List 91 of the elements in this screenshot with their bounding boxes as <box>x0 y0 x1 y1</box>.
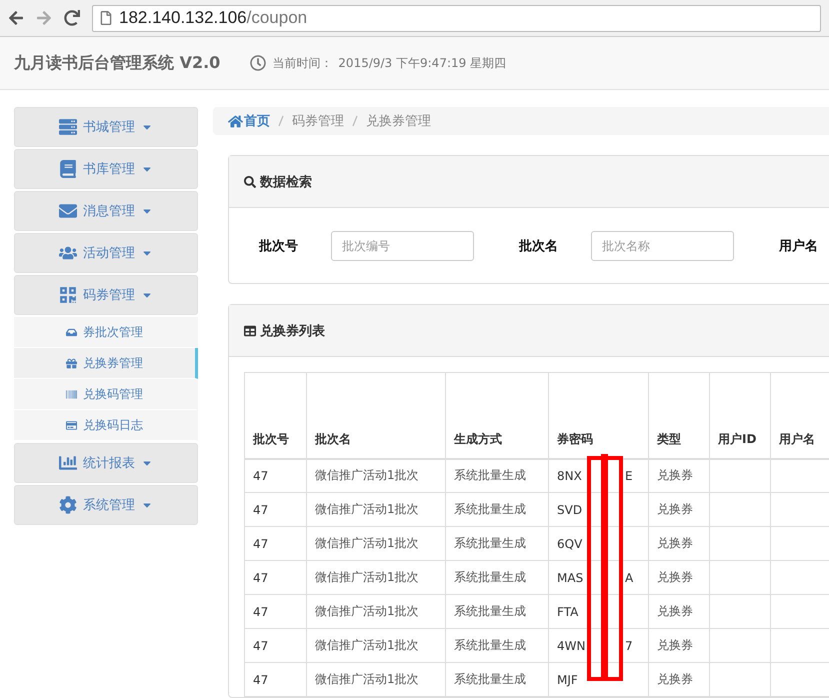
table-cell: 系统批量生成 <box>446 628 548 662</box>
code-fragment: SVD <box>557 502 582 516</box>
sidebar-menu-item[interactable]: 系统管理 <box>14 485 198 525</box>
submenu-item[interactable]: 兑换码管理 <box>14 379 198 410</box>
column-header: 用户名 <box>770 372 829 458</box>
submenu-item[interactable]: 券批次管理 <box>14 317 198 348</box>
table-cell: 兑换券 <box>648 594 710 628</box>
sidebar-menu-item[interactable]: 码券管理 <box>14 275 198 315</box>
book-icon <box>59 160 77 178</box>
code-fragment: A <box>625 570 634 584</box>
table-cell: 47 <box>244 560 306 594</box>
table-cell: 微信推广活动1批次 <box>306 526 446 560</box>
settings-icon <box>59 496 77 514</box>
sidebar-menu-item[interactable]: 统计报表 <box>14 443 198 483</box>
column-header: 用户ID <box>710 372 770 458</box>
table-cell: 47 <box>244 458 306 492</box>
table-cell: 系统批量生成 <box>446 458 548 492</box>
breadcrumb-item: 兑换券管理 <box>366 113 431 130</box>
submenu-item[interactable]: 兑换券管理 <box>14 348 198 379</box>
code-fragment: FTA <box>557 604 578 618</box>
table-cell: 47 <box>244 594 306 628</box>
table-cell: 兑换券 <box>648 492 710 526</box>
input-field[interactable]: 批次编号 <box>331 230 474 260</box>
reload-icon[interactable] <box>64 10 80 26</box>
home-icon <box>228 114 243 128</box>
table-cell: 兑换券 <box>648 662 710 696</box>
field-label: 用户名 <box>779 238 819 254</box>
address-bar[interactable]: 182.140.132.106/coupon <box>92 4 821 32</box>
envelope-icon <box>59 202 77 220</box>
barcode-icon <box>66 388 77 400</box>
code-fragment: 7 <box>625 638 633 652</box>
table-cell: 微信推广活动1批次 <box>306 594 446 628</box>
server-icon <box>59 118 77 136</box>
users-icon <box>59 244 77 262</box>
page-icon <box>99 11 113 25</box>
input-field[interactable]: 批次名称 <box>591 230 734 260</box>
search-icon <box>244 176 256 188</box>
column-header: 类型 <box>648 372 710 458</box>
inbox-icon <box>66 326 77 338</box>
code-fragment: MJF <box>557 672 578 686</box>
clock-label: 当前时间： <box>272 54 332 72</box>
table-cell: 微信推广活动1批次 <box>306 458 446 492</box>
column-header: 生成方式 <box>446 372 548 458</box>
table-cell: 兑换券 <box>648 628 710 662</box>
table-cell: 兑换券 <box>648 560 710 594</box>
table-icon <box>244 324 256 336</box>
home-link[interactable]: 首页 <box>228 112 270 130</box>
url-path: /coupon <box>246 8 308 28</box>
table-cell: 47 <box>244 526 306 560</box>
table-cell: 兑换券 <box>648 458 710 492</box>
panel-title: 数据检索 <box>260 174 312 190</box>
code-fragment: E <box>625 468 633 483</box>
clock-value: 2015/9/3 下午9:47:19 星期四 <box>338 54 506 72</box>
submenu-item[interactable]: 兑换码日志 <box>14 410 198 441</box>
code-fragment: MAS <box>557 570 584 584</box>
separator-icon <box>278 115 284 127</box>
table-cell: 系统批量生成 <box>446 560 548 594</box>
table-cell: 系统批量生成 <box>446 492 548 526</box>
table-cell: 47 <box>244 662 306 696</box>
table-cell: 微信推广活动1批次 <box>306 492 446 526</box>
table-cell: 兑换券 <box>648 526 710 560</box>
field-label: 批次号 <box>259 238 299 254</box>
code-fragment: 4WN <box>557 638 586 652</box>
table-cell: 系统批量生成 <box>446 594 548 628</box>
table-cell: 微信推广活动1批次 <box>306 560 446 594</box>
table-cell: 微信推广活动1批次 <box>306 628 446 662</box>
code-fragment: 8NX <box>557 468 582 483</box>
table-cell: 系统批量生成 <box>446 662 548 696</box>
url-host: 182.140.132.106 <box>119 8 247 28</box>
panel-title: 兑换券列表 <box>260 322 325 340</box>
qr-code-icon <box>59 286 77 304</box>
breadcrumb-item[interactable]: 码券管理 <box>292 112 344 130</box>
sidebar-menu-item[interactable]: 消息管理 <box>14 191 198 231</box>
column-header: 批次名 <box>306 372 446 458</box>
app-title: 九月读书后台管理系统 V2.0 <box>14 52 220 74</box>
card-icon <box>66 420 77 430</box>
field-label: 批次名 <box>519 238 559 254</box>
sidebar-menu-item[interactable]: 活动管理 <box>14 233 198 273</box>
code-fragment: 6QV <box>557 536 582 550</box>
back-icon[interactable] <box>8 10 24 26</box>
bar-chart-icon <box>59 454 77 472</box>
table-cell: 系统批量生成 <box>446 526 548 560</box>
table-cell: 微信推广活动1批次 <box>306 662 446 696</box>
column-header: 批次号 <box>244 372 306 458</box>
table-cell: 47 <box>244 628 306 662</box>
table-cell: 47 <box>244 492 306 526</box>
sidebar-menu-item[interactable]: 书库管理 <box>14 149 198 189</box>
separator-icon <box>352 115 358 127</box>
gift-icon <box>66 358 77 368</box>
sidebar-menu-item[interactable]: 书城管理 <box>14 107 198 147</box>
clock-icon <box>250 55 266 71</box>
